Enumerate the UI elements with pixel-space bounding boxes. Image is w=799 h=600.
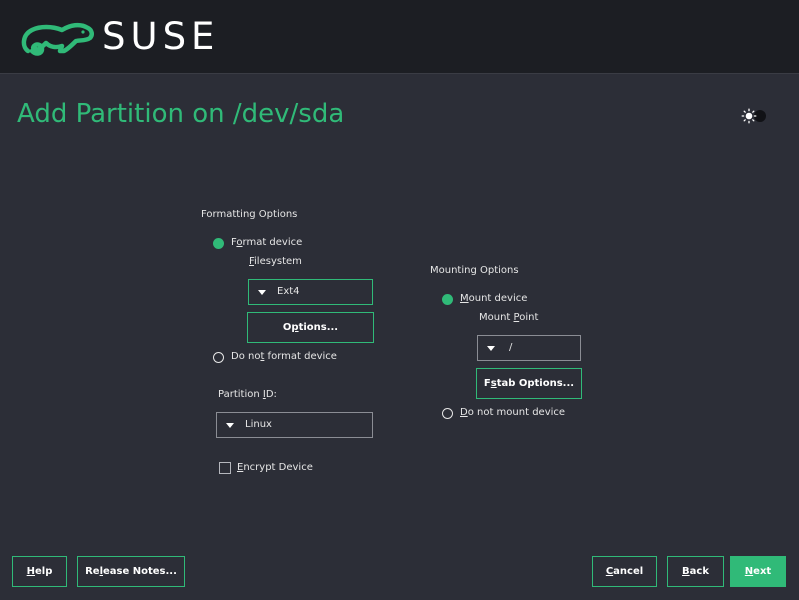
- chevron-down-icon: [226, 423, 234, 428]
- chevron-down-icon: [258, 290, 266, 295]
- formatting-options-label: Formatting Options: [201, 209, 298, 220]
- do-not-format-radio[interactable]: [213, 352, 224, 363]
- suse-logo-text: SUSE: [102, 15, 220, 58]
- partition-id-select[interactable]: Linux: [216, 412, 373, 438]
- format-device-radio[interactable]: [213, 238, 224, 249]
- do-not-mount-radio[interactable]: [442, 408, 453, 419]
- do-not-format-label[interactable]: Do not format device: [231, 350, 337, 364]
- do-not-mount-label[interactable]: Do not mount device: [460, 406, 565, 420]
- mount-device-radio[interactable]: [442, 294, 453, 305]
- mount-point-label: Mount Point: [479, 312, 539, 323]
- encrypt-device-label[interactable]: Encrypt Device: [237, 461, 313, 475]
- partition-id-value: Linux: [245, 419, 272, 430]
- mounting-options-label: Mounting Options: [430, 265, 519, 276]
- partition-id-label: Partition ID:: [218, 389, 277, 400]
- header-bar: SUSE: [0, 0, 799, 74]
- back-button[interactable]: Back: [667, 556, 724, 587]
- mount-point-select[interactable]: /: [477, 335, 581, 361]
- mount-device-label[interactable]: Mount device: [460, 292, 527, 306]
- help-button[interactable]: Help: [12, 556, 67, 587]
- encrypt-device-checkbox[interactable]: [219, 462, 231, 474]
- cancel-button[interactable]: Cancel: [592, 556, 657, 587]
- page-title: Add Partition on /dev/sda: [17, 99, 345, 129]
- next-button[interactable]: Next: [730, 556, 786, 587]
- filesystem-value: Ext4: [277, 286, 300, 297]
- mount-point-value: /: [509, 342, 513, 353]
- sun-toggle-icon[interactable]: [741, 108, 767, 124]
- options-button[interactable]: Op tions...: [247, 312, 374, 343]
- suse-chameleon-logo-icon: [21, 22, 94, 56]
- release-notes-button[interactable]: Re l ease Notes...: [77, 556, 185, 587]
- filesystem-select[interactable]: Ext4: [248, 279, 373, 305]
- format-device-label[interactable]: Format device: [231, 236, 302, 250]
- filesystem-label: Filesystem: [249, 256, 302, 267]
- chevron-down-icon: [487, 346, 495, 351]
- fstab-options-button[interactable]: Fs tab Options...: [476, 368, 582, 399]
